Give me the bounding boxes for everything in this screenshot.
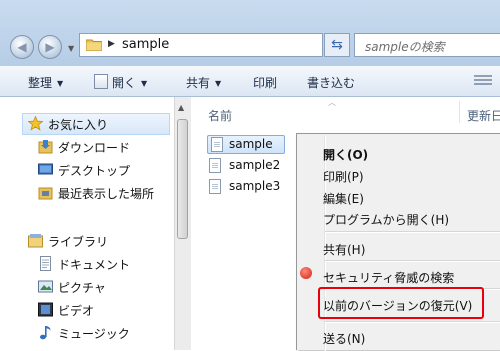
sidebar-item-label: デスクトップ (58, 164, 131, 178)
burn-label: 書き込む (307, 76, 356, 90)
search-input[interactable]: sampleの検索 (354, 33, 500, 57)
menu-separator (325, 260, 500, 262)
column-divider[interactable] (459, 101, 460, 123)
address-bar[interactable]: ▶ sample ▼ (79, 33, 391, 57)
music-note-icon (40, 326, 51, 340)
text-file-icon (209, 179, 221, 194)
highlight-box (318, 287, 484, 319)
security-shield-icon (300, 267, 312, 279)
menu-item-open-with[interactable]: プログラムから開く(H) (323, 211, 449, 228)
sidebar-item-label: ミュージック (58, 327, 130, 341)
forward-button[interactable]: ▶ (38, 35, 62, 59)
sidebar-item-label: 最近表示した場所 (58, 187, 155, 201)
open-label: 開く (112, 76, 137, 90)
chevron-down-icon: ▼ (215, 79, 222, 88)
documents-icon (40, 256, 51, 271)
file-name: sample (229, 137, 273, 151)
sort-indicator-icon: ︿ (328, 98, 336, 107)
navigation-pane: お気に入り ダウンロード デスクトップ 最近表示した場所 ライブラリ ドキュメン… (0, 97, 174, 350)
pictures-icon (38, 280, 53, 293)
text-file-icon (211, 137, 223, 152)
share-button[interactable]: 共有 ▼ (186, 74, 221, 91)
refresh-button[interactable]: ⇆ (324, 33, 350, 57)
file-name: sample3 (229, 179, 281, 193)
back-button[interactable]: ◀ (10, 35, 34, 59)
menu-item-open[interactable]: 開く(O) (323, 146, 368, 163)
chevron-down-icon: ▼ (57, 79, 64, 88)
sidebar-item-label: ダウンロード (58, 141, 131, 155)
sidebar-item-label: ビデオ (58, 304, 95, 318)
folder-icon (86, 39, 102, 51)
file-name: sample2 (229, 158, 281, 172)
breadcrumb-arrow-icon[interactable]: ▶ (108, 39, 115, 49)
desktop-icon (38, 163, 53, 175)
recent-pages-dropdown[interactable]: ▼ (68, 44, 74, 53)
menu-item-send-to[interactable]: 送る(N) (323, 330, 365, 347)
menu-item-security-search[interactable]: セキュリティ脅威の検索 (323, 269, 454, 286)
menu-separator (325, 321, 500, 323)
document-icon (94, 74, 108, 89)
sidebar-item-label: ドキュメント (58, 258, 131, 272)
menu-separator (325, 231, 500, 233)
organize-button[interactable]: 整理 ▼ (28, 74, 63, 91)
breadcrumb-folder[interactable]: sample (122, 37, 169, 52)
print-label: 印刷 (253, 76, 278, 90)
recent-places-icon (38, 187, 53, 200)
print-button[interactable]: 印刷 (253, 74, 277, 91)
scroll-up-icon[interactable]: ▲ (178, 103, 184, 112)
sidebar-scrollbar[interactable]: ▲ (174, 97, 191, 350)
file-item[interactable]: sample3 (209, 178, 299, 197)
column-header-date[interactable]: 更新日 (467, 107, 500, 124)
downloads-folder-icon (38, 140, 53, 154)
sidebar-item-label: お気に入り (48, 118, 109, 132)
command-bar: 整理 ▼ 開く ▼ 共有 ▼ 印刷 書き込む (0, 66, 500, 97)
share-label: 共有 (186, 76, 211, 90)
menu-item-print[interactable]: 印刷(P) (323, 168, 364, 185)
file-item[interactable]: sample2 (209, 157, 299, 176)
view-options-icon[interactable] (474, 75, 492, 87)
sidebar-item-label: ピクチャ (58, 281, 106, 295)
scrollbar-thumb[interactable] (177, 119, 188, 239)
title-bar: ◀ ▶ ▼ ▶ sample ▼ ⇆ sampleの検索 (0, 0, 500, 66)
file-item[interactable]: sample (207, 135, 285, 154)
chevron-down-icon: ▼ (141, 79, 148, 88)
star-icon (28, 116, 43, 131)
text-file-icon (209, 158, 221, 173)
column-header-name[interactable]: 名前 (208, 107, 232, 124)
organize-label: 整理 (28, 76, 53, 90)
videos-icon (38, 302, 53, 317)
libraries-icon (28, 234, 43, 248)
sidebar-item-label: ライブラリ (48, 235, 109, 249)
menu-item-edit[interactable]: 編集(E) (323, 190, 364, 207)
burn-button[interactable]: 書き込む (307, 74, 355, 91)
open-button[interactable]: 開く ▼ (94, 74, 147, 91)
menu-item-share[interactable]: 共有(H) (323, 241, 365, 258)
search-placeholder: sampleの検索 (365, 40, 445, 54)
